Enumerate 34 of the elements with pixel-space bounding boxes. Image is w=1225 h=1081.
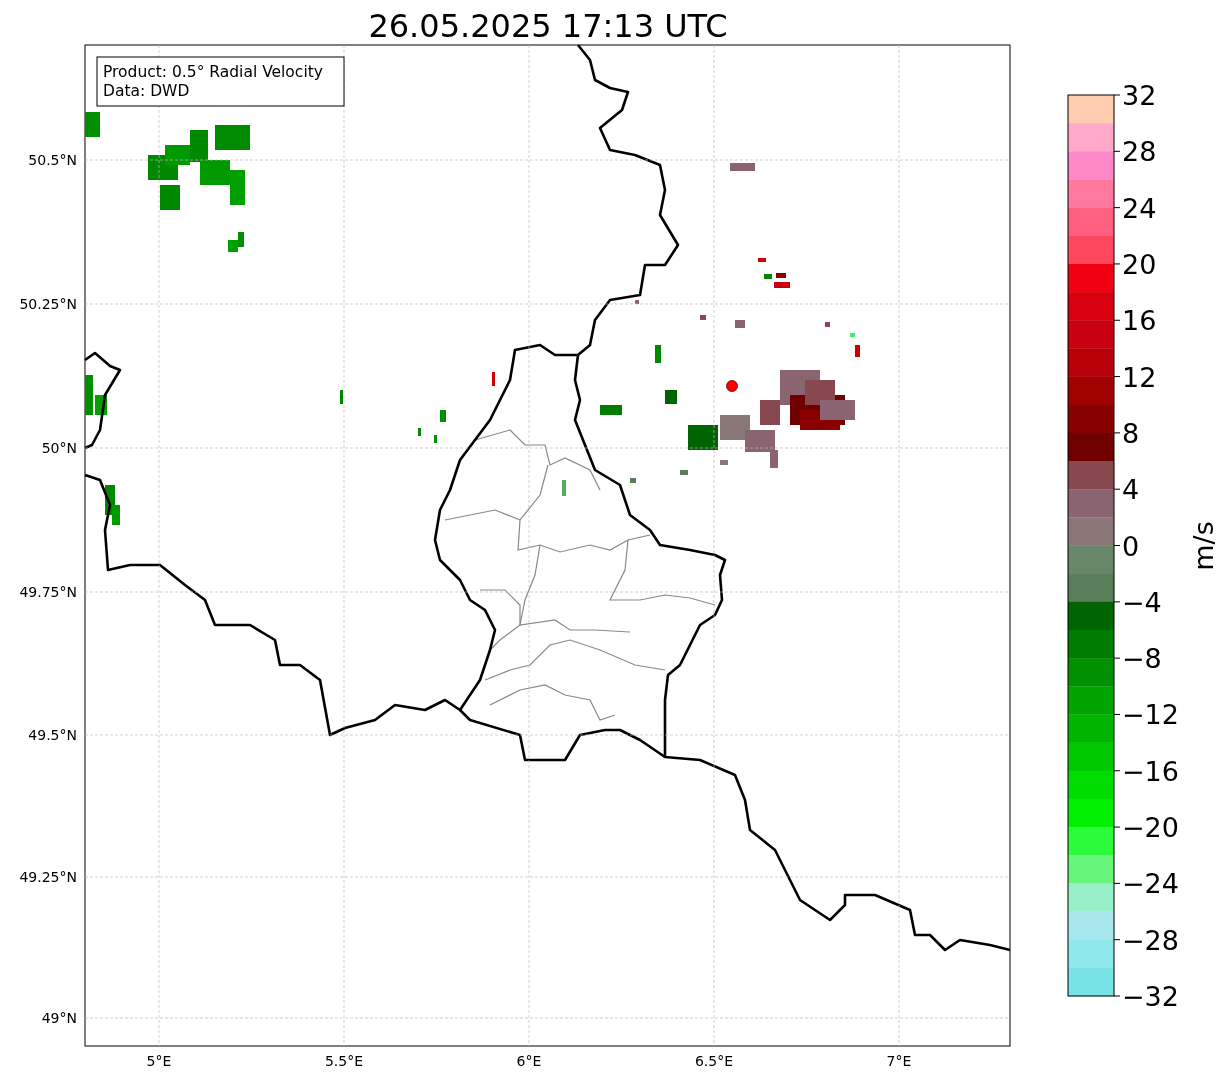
colorbar-tick-label: −12: [1122, 699, 1179, 731]
latitude-label: 49°N: [41, 1010, 77, 1026]
colorbar-tick-label: −32: [1122, 981, 1179, 1012]
longitude-label: 5°E: [146, 1053, 172, 1069]
colorbar-tick-label: 0: [1122, 530, 1140, 562]
latitude-label: 50.5°N: [28, 152, 77, 168]
colorbar-tick-label: 24: [1122, 192, 1157, 224]
longitude-label: 6°E: [516, 1053, 542, 1069]
latitude-label: 49.5°N: [28, 727, 77, 743]
colorbar-tick-label: −8: [1122, 643, 1162, 675]
colorbar-unit-label: m/s: [1188, 521, 1219, 571]
longitude-label: 6.5°E: [694, 1053, 734, 1069]
plot-title: 26.05.2025 17:13 UTC: [368, 7, 728, 45]
latitude-label: 49.75°N: [19, 584, 77, 600]
colorbar-tick-label: −4: [1122, 586, 1162, 618]
colorbar-tick-label: 16: [1122, 305, 1157, 337]
latitude-label: 50.25°N: [19, 296, 77, 312]
colorbar-tick-label: −24: [1122, 868, 1179, 900]
longitude-label: 5.5°E: [324, 1053, 364, 1069]
info-text: Data: DWD: [103, 82, 190, 100]
colorbar-tick-label: −16: [1122, 755, 1179, 787]
colorbar-tick-label: 32: [1122, 80, 1157, 111]
longitude-label: 7°E: [886, 1053, 912, 1069]
info-text: Product: 0.5° Radial Velocity: [103, 63, 323, 81]
colorbar-tick-label: 4: [1122, 474, 1140, 506]
colorbar-tick-label: 20: [1122, 248, 1157, 280]
colorbar-tick-label: −28: [1122, 924, 1179, 956]
colorbar-tick-label: 12: [1122, 361, 1157, 393]
colorbar-tick-label: 28: [1122, 136, 1157, 168]
colorbar-tick-label: −20: [1122, 812, 1179, 844]
radar-site-marker: [726, 380, 738, 392]
latitude-label: 49.25°N: [19, 869, 77, 885]
latitude-label: 50°N: [41, 440, 77, 456]
colorbar-tick-label: 8: [1122, 417, 1140, 449]
